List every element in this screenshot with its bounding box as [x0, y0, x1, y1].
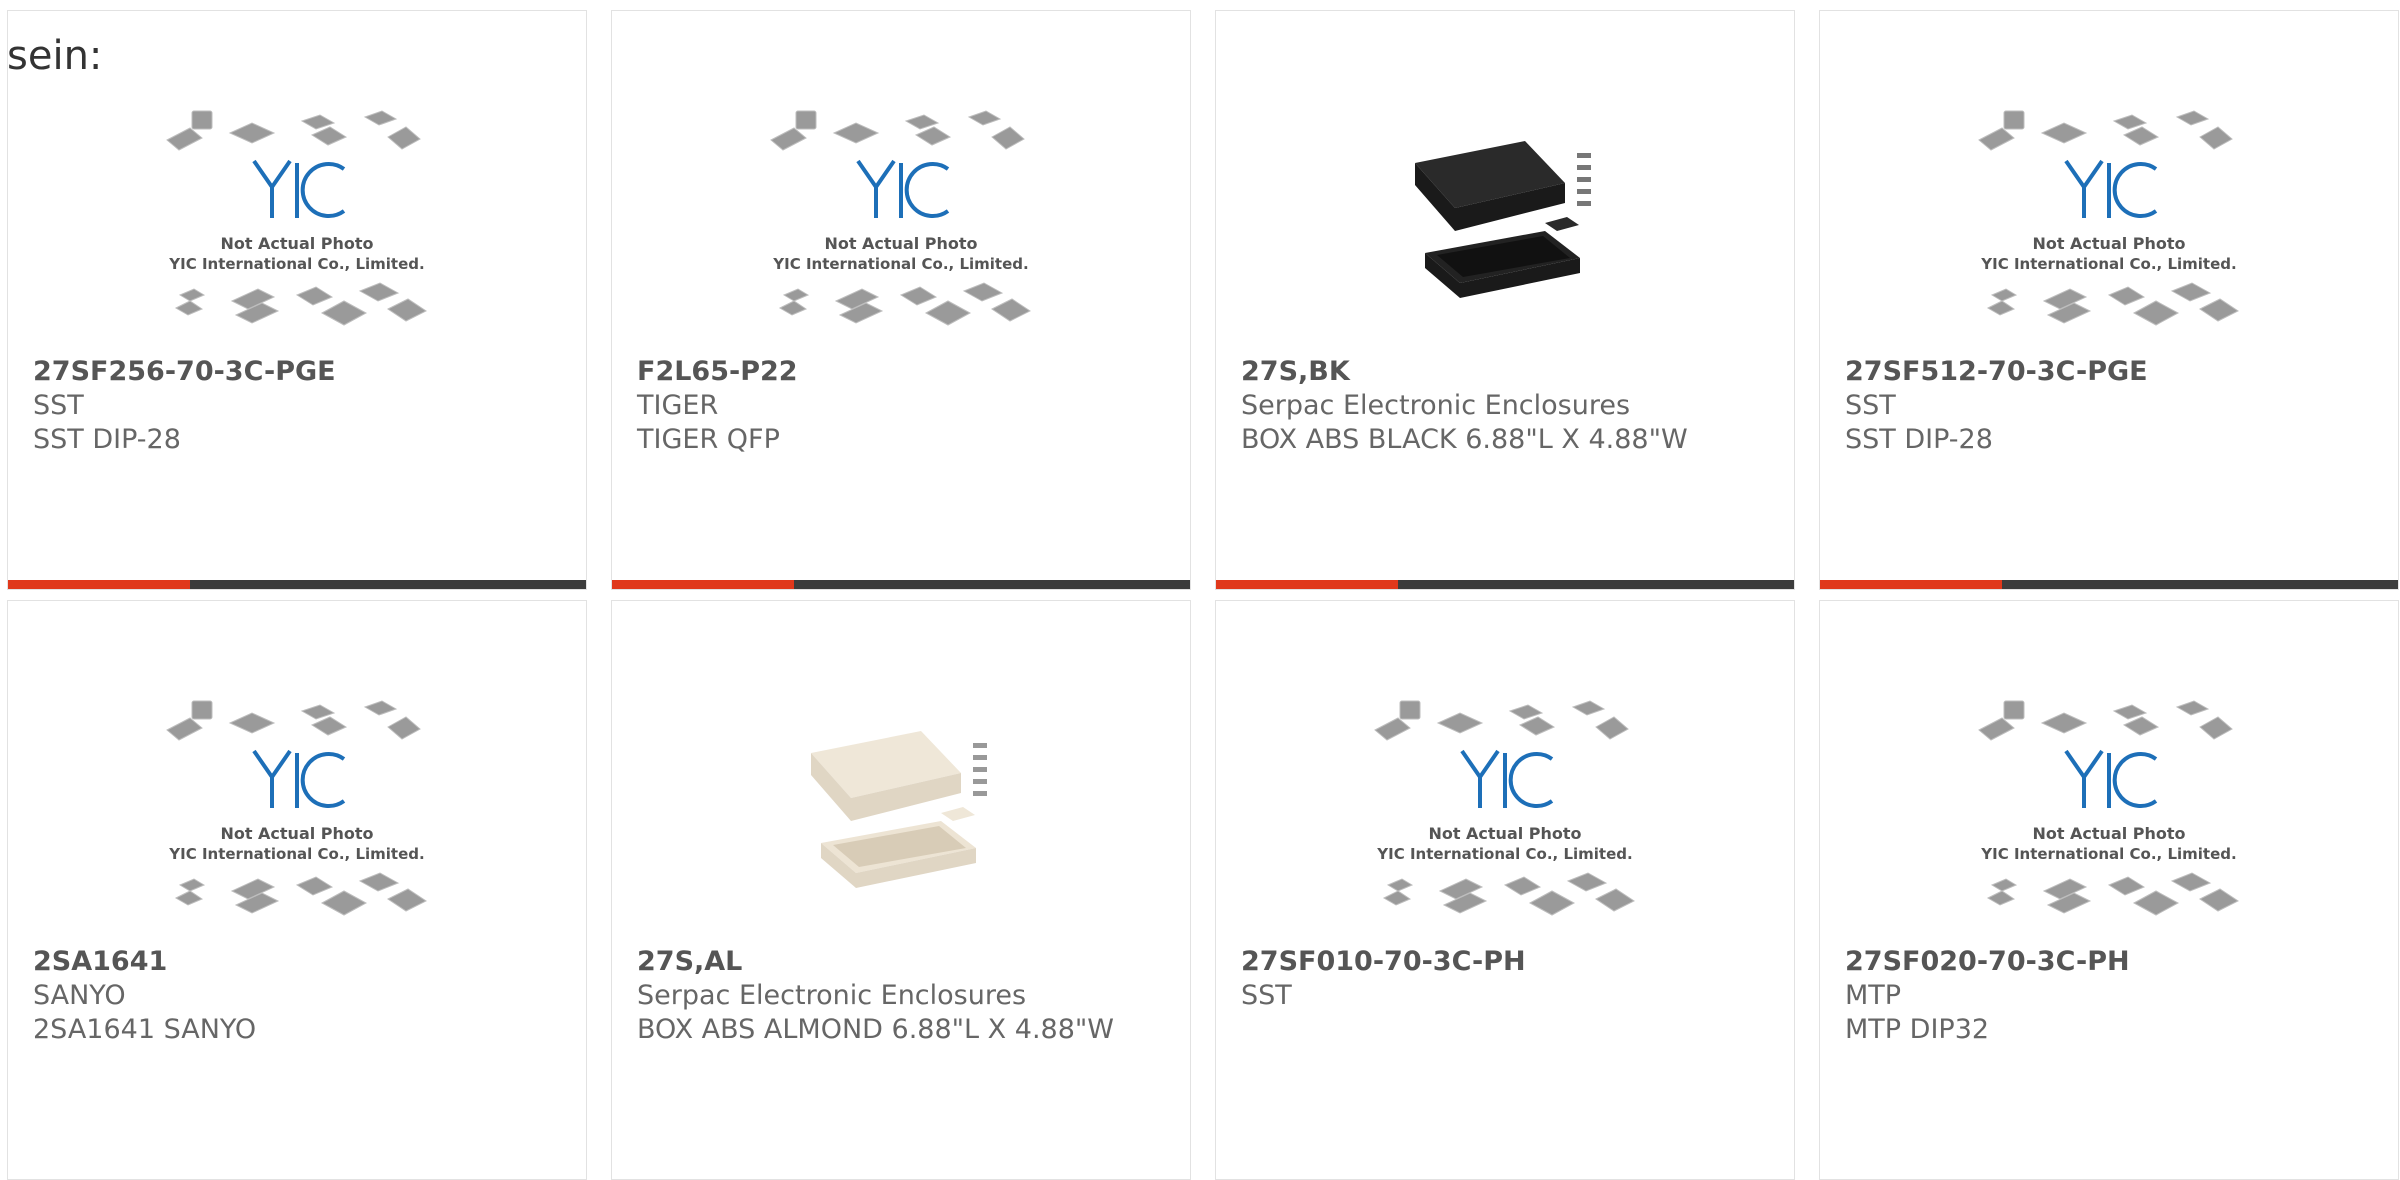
part-number-link[interactable]: F2L65-P22 — [637, 355, 1170, 389]
product-info: 27S,BK Serpac Electronic Enclosures BOX … — [1241, 355, 1774, 457]
caption-line1: Not Actual Photo — [2032, 234, 2185, 253]
part-number-link[interactable]: 27SF512-70-3C-PGE — [1845, 355, 2378, 389]
part-number-link[interactable]: 2SA1641 — [33, 945, 566, 979]
caption-line2: YIC International Co., Limited. — [1980, 255, 2236, 273]
product-info: 2SA1641 SANYO 2SA1641 SANYO — [33, 945, 566, 1047]
placeholder-image: Not Actual Photo YIC International Co., … — [166, 700, 427, 916]
placeholder-image: Not Actual Photo YIC International Co., … — [770, 110, 1031, 326]
manufacturer: SANYO — [33, 980, 126, 1011]
card-accent-bar — [1216, 580, 1794, 589]
caption-line1: Not Actual Photo — [220, 824, 373, 843]
description: MTP DIP32 — [1845, 1014, 1990, 1045]
description: SST DIP-28 — [1845, 424, 1993, 455]
product-image[interactable]: Not Actual Photo YIC International Co., … — [8, 685, 586, 941]
product-card[interactable]: Not Actual Photo YIC International Co., … — [7, 600, 587, 1180]
caption-line1: Not Actual Photo — [1428, 824, 1581, 843]
description: SST DIP-28 — [33, 424, 181, 455]
caption-line2: YIC International Co., Limited. — [1376, 845, 1632, 863]
caption-line1: Not Actual Photo — [2032, 824, 2185, 843]
description: BOX ABS ALMOND 6.88"L X 4.88"W — [637, 1014, 1114, 1045]
product-image[interactable]: Not Actual Photo YIC International Co., … — [8, 95, 586, 351]
manufacturer: TIGER — [637, 390, 719, 421]
manufacturer: SST — [1845, 390, 1896, 421]
product-grid: Not Actual Photo YIC International Co., … — [0, 0, 2400, 1180]
product-card[interactable]: Not Actual Photo YIC International Co., … — [1819, 10, 2399, 590]
product-info: 27SF512-70-3C-PGE SST SST DIP-28 — [1845, 355, 2378, 457]
manufacturer: SST — [1241, 980, 1292, 1011]
caption-line2: YIC International Co., Limited. — [772, 255, 1028, 273]
product-image[interactable]: Not Actual Photo YIC International Co., … — [1820, 685, 2398, 941]
product-image[interactable]: Not Actual Photo YIC International Co., … — [1216, 685, 1794, 941]
caption-line2: YIC International Co., Limited. — [168, 255, 424, 273]
product-info: F2L65-P22 TIGER TIGER QFP — [637, 355, 1170, 457]
heading-fragment: sein: — [7, 33, 103, 79]
manufacturer: MTP — [1845, 980, 1902, 1011]
enclosure-image — [1415, 141, 1591, 298]
placeholder-image: Not Actual Photo YIC International Co., … — [166, 110, 427, 326]
product-info: 27SF010-70-3C-PH SST — [1241, 945, 1774, 1013]
product-card[interactable]: Not Actual Photo YIC International Co., … — [1819, 600, 2399, 1180]
part-number-link[interactable]: 27SF010-70-3C-PH — [1241, 945, 1774, 979]
placeholder-image: Not Actual Photo YIC International Co., … — [1978, 110, 2239, 326]
card-accent-bar — [612, 580, 1190, 589]
product-card[interactable]: Not Actual Photo YIC International Co., … — [611, 10, 1191, 590]
caption-line1: Not Actual Photo — [220, 234, 373, 253]
caption-line1: Not Actual Photo — [824, 234, 977, 253]
product-card[interactable]: Not Actual Photo YIC International Co., … — [7, 10, 587, 590]
product-image[interactable]: Not Actual Photo YIC International Co., … — [612, 95, 1190, 351]
manufacturer: Serpac Electronic Enclosures — [1241, 390, 1631, 421]
description: BOX ABS BLACK 6.88"L X 4.88"W — [1241, 424, 1688, 455]
caption-line2: YIC International Co., Limited. — [1980, 845, 2236, 863]
placeholder-image: Not Actual Photo YIC International Co., … — [1978, 700, 2239, 916]
manufacturer: Serpac Electronic Enclosures — [637, 980, 1027, 1011]
product-image[interactable] — [612, 685, 1190, 941]
description: 2SA1641 SANYO — [33, 1014, 257, 1045]
placeholder-image: Not Actual Photo YIC International Co., … — [1374, 700, 1635, 916]
card-accent-bar — [8, 580, 586, 589]
product-card[interactable]: 27S,AL Serpac Electronic Enclosures BOX … — [611, 600, 1191, 1180]
product-info: 27SF020-70-3C-PH MTP MTP DIP32 — [1845, 945, 2378, 1047]
product-card[interactable]: Not Actual Photo YIC International Co., … — [1215, 600, 1795, 1180]
product-card[interactable]: 27S,BK Serpac Electronic Enclosures BOX … — [1215, 10, 1795, 590]
manufacturer: SST — [33, 390, 84, 421]
caption-line2: YIC International Co., Limited. — [168, 845, 424, 863]
part-number-link[interactable]: 27S,AL — [637, 945, 1170, 979]
enclosure-image — [811, 731, 987, 888]
part-number-link[interactable]: 27SF256-70-3C-PGE — [33, 355, 566, 389]
part-number-link[interactable]: 27SF020-70-3C-PH — [1845, 945, 2378, 979]
product-info: 27S,AL Serpac Electronic Enclosures BOX … — [637, 945, 1170, 1047]
product-image[interactable]: Not Actual Photo YIC International Co., … — [1820, 95, 2398, 351]
card-accent-bar — [1820, 580, 2398, 589]
part-number-link[interactable]: 27S,BK — [1241, 355, 1774, 389]
description: TIGER QFP — [637, 424, 780, 455]
product-image[interactable] — [1216, 95, 1794, 351]
product-info: 27SF256-70-3C-PGE SST SST DIP-28 — [33, 355, 566, 457]
